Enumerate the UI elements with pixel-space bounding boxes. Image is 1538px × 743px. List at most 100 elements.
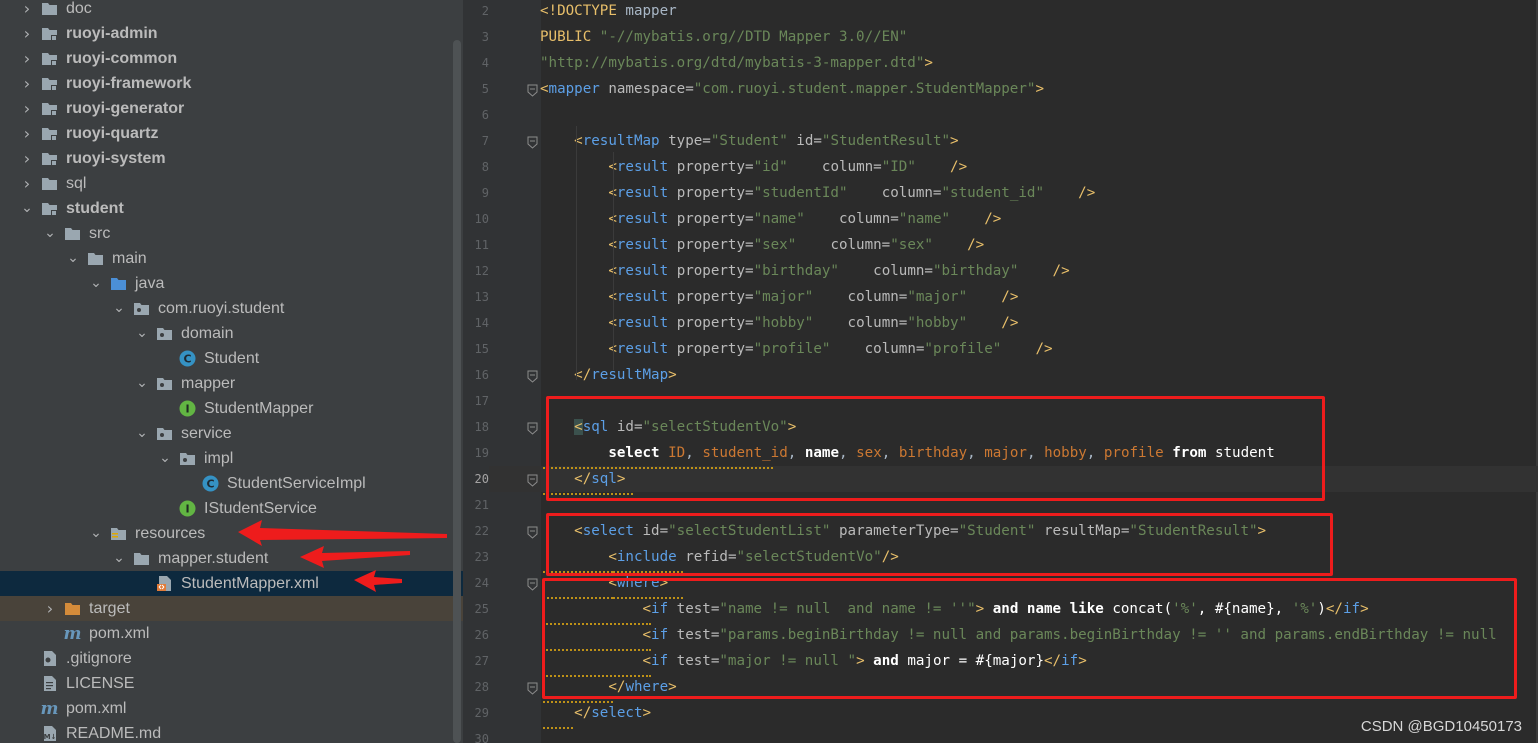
code-token: resultMap — [582, 133, 669, 149]
fold-marker-icon[interactable] — [527, 472, 538, 487]
tree-item[interactable]: › ruoyi-quartz — [0, 121, 463, 146]
tree-item[interactable]: ⌄ mapper.student — [0, 546, 463, 571]
tree-item[interactable]: › ruoyi-admin — [0, 21, 463, 46]
tree-scrollbar[interactable] — [453, 40, 461, 743]
code-line[interactable]: 15 <result property="profile" column="pr… — [463, 336, 1538, 362]
code-token: > — [642, 705, 652, 721]
tree-item-label: Student — [204, 350, 260, 367]
tree-item[interactable]: ⌄ impl — [0, 446, 463, 471]
chevron-right-icon[interactable]: › — [43, 596, 57, 621]
chevron-right-icon[interactable]: › — [20, 0, 34, 21]
line-number: 26 — [474, 628, 489, 642]
code-token: result — [616, 237, 677, 253]
chevron-right-icon[interactable]: › — [20, 46, 34, 71]
code-line[interactable]: 11 <result property="sex" column="sex" /… — [463, 232, 1538, 258]
chevron-right-icon[interactable]: › — [20, 121, 34, 146]
chevron-down-icon[interactable]: ⌄ — [43, 221, 57, 246]
tree-item[interactable]: StudentMapper.xml — [0, 571, 463, 596]
fold-marker-icon[interactable] — [527, 368, 538, 383]
tree-item[interactable]: ⌄ src — [0, 221, 463, 246]
tree-item[interactable]: C Student — [0, 346, 463, 371]
chevron-down-icon[interactable]: ⌄ — [89, 271, 103, 296]
maven-icon: m — [41, 699, 59, 719]
code-token: > — [950, 133, 959, 149]
code-line[interactable]: 9 <result property="studentId" column="s… — [463, 180, 1538, 206]
tree-item[interactable]: M↓ README.md — [0, 721, 463, 743]
chevron-down-icon[interactable]: ⌄ — [20, 196, 34, 221]
fold-marker-icon[interactable] — [527, 524, 538, 539]
code-token: property= — [676, 159, 754, 175]
tree-item[interactable]: I IStudentService — [0, 496, 463, 521]
code-line[interactable]: 8 <result property="id" column="ID" /> — [463, 154, 1538, 180]
code-token: "profile" — [924, 341, 1036, 357]
code-text: <result property="major" column="major" … — [540, 284, 1018, 310]
code-text: <result property="studentId" column="stu… — [540, 180, 1095, 206]
code-line[interactable]: 3 PUBLIC "-//mybatis.org//DTD Mapper 3.0/… — [463, 24, 1538, 50]
line-number: 3 — [481, 30, 489, 44]
code-token: column= — [838, 211, 899, 227]
tree-item[interactable]: m pom.xml — [0, 621, 463, 646]
tree-item[interactable]: › ruoyi-common — [0, 46, 463, 71]
chevron-down-icon[interactable]: ⌄ — [66, 246, 80, 271]
code-line[interactable]: 7 <resultMap type="Student" id="StudentR… — [463, 128, 1538, 154]
tree-item[interactable]: I StudentMapper — [0, 396, 463, 421]
chevron-down-icon[interactable]: ⌄ — [135, 421, 149, 446]
chevron-down-icon[interactable]: ⌄ — [89, 521, 103, 546]
tree-item[interactable]: C StudentServiceImpl — [0, 471, 463, 496]
code-line[interactable]: 4 "http://mybatis.org/dtd/mybatis-3-mappe… — [463, 50, 1538, 76]
maven-icon: m — [64, 624, 82, 644]
fold-marker-icon[interactable] — [527, 576, 538, 591]
tree-item[interactable]: .gitignore — [0, 646, 463, 671]
tree-item[interactable]: ⌄ java — [0, 271, 463, 296]
chevron-right-icon[interactable]: › — [20, 21, 34, 46]
chevron-down-icon[interactable]: ⌄ — [112, 546, 126, 571]
tree-item[interactable]: › target — [0, 596, 463, 621]
chevron-down-icon[interactable]: ⌄ — [158, 446, 172, 471]
tree-item[interactable]: ⌄ domain — [0, 321, 463, 346]
tree-item[interactable]: ⌄ resources — [0, 521, 463, 546]
code-line[interactable]: 6 — [463, 102, 1538, 128]
code-token: /> — [1078, 185, 1096, 201]
code-line[interactable]: 10 <result property="name" column="name"… — [463, 206, 1538, 232]
code-line[interactable]: 16 </resultMap> — [463, 362, 1538, 388]
tree-item[interactable]: ⌄ service — [0, 421, 463, 446]
tree-item-label: resources — [135, 525, 206, 542]
tree-item[interactable]: LICENSE — [0, 671, 463, 696]
code-line[interactable]: 12 <result property="birthday" column="b… — [463, 258, 1538, 284]
tree-item[interactable]: ⌄ mapper — [0, 371, 463, 396]
chevron-down-icon[interactable]: ⌄ — [135, 321, 149, 346]
chevron-right-icon[interactable]: › — [20, 71, 34, 96]
fold-marker-icon[interactable] — [527, 82, 538, 97]
tree-item[interactable]: › sql — [0, 171, 463, 196]
code-line[interactable]: 14 <result property="hobby" column="hobb… — [463, 310, 1538, 336]
line-number: 21 — [474, 498, 489, 512]
code-token: property= — [676, 237, 754, 253]
chevron-down-icon[interactable]: ⌄ — [112, 296, 126, 321]
tree-item[interactable]: › doc — [0, 0, 463, 21]
fold-marker-icon[interactable] — [527, 420, 538, 435]
code-line[interactable]: 13 <result property="major" column="majo… — [463, 284, 1538, 310]
chevron-right-icon[interactable]: › — [20, 96, 34, 121]
code-line[interactable]: 2 <!DOCTYPE mapper — [463, 0, 1538, 24]
tree-item[interactable]: › ruoyi-framework — [0, 71, 463, 96]
chevron-down-icon[interactable]: ⌄ — [135, 371, 149, 396]
tree-item[interactable]: › ruoyi-generator — [0, 96, 463, 121]
chevron-right-icon[interactable]: › — [20, 171, 34, 196]
tree-item[interactable]: ⌄ com.ruoyi.student — [0, 296, 463, 321]
tree-item[interactable]: › ruoyi-system — [0, 146, 463, 171]
fold-marker-icon[interactable] — [527, 134, 538, 149]
tree-item[interactable]: ⌄ main — [0, 246, 463, 271]
fold-marker-icon[interactable] — [527, 680, 538, 695]
code-token: > — [924, 55, 933, 71]
module-folder-icon — [41, 50, 58, 67]
tree-item[interactable]: ⌄ student — [0, 196, 463, 221]
code-text: <result property="birthday" column="birt… — [540, 258, 1069, 284]
svg-text:m: m — [64, 625, 81, 642]
chevron-right-icon[interactable]: › — [20, 146, 34, 171]
tree-item[interactable]: m pom.xml — [0, 696, 463, 721]
tree-item-label: ruoyi-system — [66, 150, 166, 167]
code-line[interactable]: 5 <mapper namespace="com.ruoyi.student.ma… — [463, 76, 1538, 102]
code-token: PUBLIC — [540, 29, 600, 45]
svg-text:M↓: M↓ — [44, 733, 57, 741]
